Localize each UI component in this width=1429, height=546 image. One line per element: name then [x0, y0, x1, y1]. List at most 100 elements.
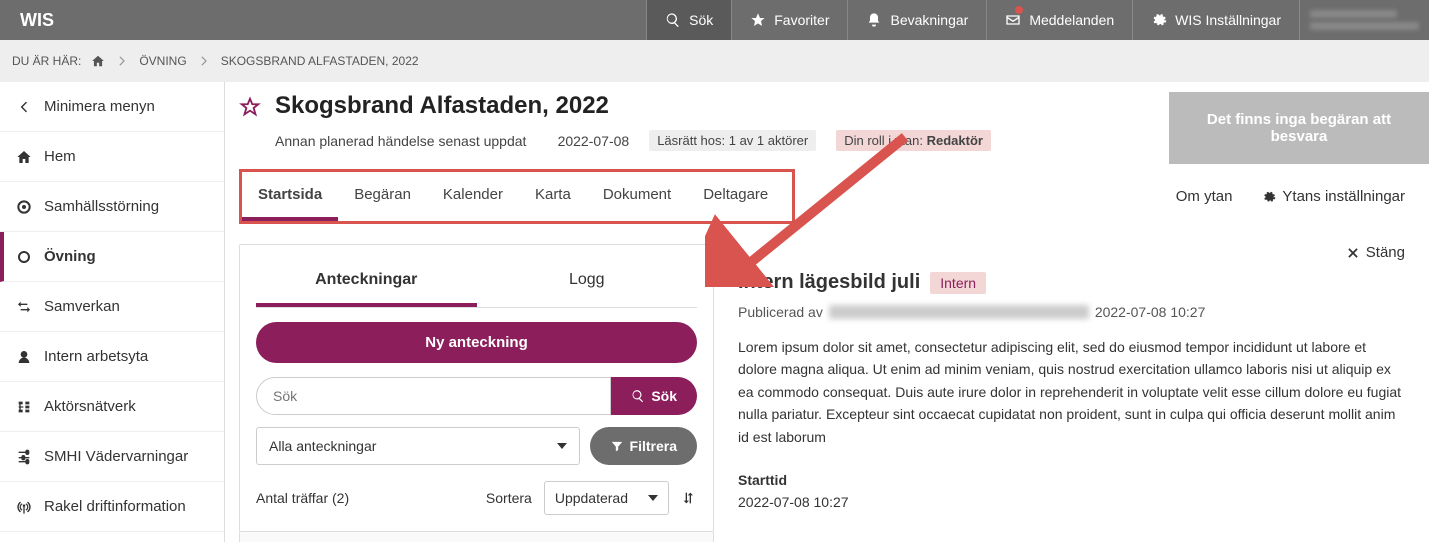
sort-direction-icon[interactable] [681, 490, 697, 506]
search-icon [631, 389, 645, 403]
sidebar-item-exercise[interactable]: Övning [0, 232, 224, 282]
home-icon [16, 149, 32, 165]
sidebar-item-label: Samverkan [44, 298, 120, 315]
tab-deltagare[interactable]: Deltagare [687, 174, 784, 221]
nav-label: Meddelanden [1029, 12, 1114, 28]
circle-icon [16, 249, 32, 265]
sidebar: Minimera menyn Hem Samhällsstörning Övni… [0, 82, 225, 542]
breadcrumb-item[interactable]: ÖVNING [139, 54, 186, 68]
nav-label: Sök [689, 12, 713, 28]
surface-settings-link[interactable]: Ytans inställningar [1262, 188, 1405, 205]
publisher-blurred [829, 305, 1089, 319]
close-button[interactable]: Stäng [1346, 244, 1405, 261]
tab-begaran[interactable]: Begäran [338, 174, 427, 221]
bell-icon [866, 12, 882, 28]
breadcrumb-item: SKOGSBRAND ALFASTADEN, 2022 [221, 54, 419, 68]
nav-messages[interactable]: Meddelanden [986, 0, 1132, 40]
top-nav: WIS Sök Favoriter Bevakningar Meddelande… [0, 0, 1429, 40]
gear-icon [1262, 190, 1276, 204]
tab-kalender[interactable]: Kalender [427, 174, 519, 221]
sidebar-item-smhi[interactable]: SMHI Vädervarningar [0, 432, 224, 482]
sidebar-item-label: Aktörsnätverk [44, 398, 136, 415]
note-list-item[interactable]: Uppdaterad: 2022-07-08 [239, 532, 714, 542]
sidebar-item-label: Intern arbetsyta [44, 348, 148, 365]
chevron-left-icon [16, 99, 32, 115]
mail-icon [1005, 12, 1021, 28]
arrows-icon [16, 299, 32, 315]
close-icon [1346, 246, 1360, 260]
start-time-value: 2022-07-08 10:27 [738, 494, 1405, 510]
user-info-blurred [1299, 0, 1429, 40]
breadcrumb-prefix: DU ÄR HÄR: [12, 54, 81, 68]
sidebar-item-home[interactable]: Hem [0, 132, 224, 182]
sidebar-item-label: Samhällsstörning [44, 198, 159, 215]
page-title: Skogsbrand Alfastaden, 2022 [275, 92, 991, 120]
favorite-star-icon[interactable] [239, 96, 261, 118]
nav-label: Bevakningar [890, 12, 968, 28]
detail-body: Lorem ipsum dolor sit amet, consectetur … [738, 336, 1405, 448]
brand: WIS [0, 0, 646, 40]
role-badge: Din roll i ytan: Redaktör [836, 130, 991, 151]
nav-favorites[interactable]: Favoriter [731, 0, 847, 40]
sidebar-item-label: Hem [44, 148, 76, 165]
sidebar-item-label: Övning [44, 248, 96, 265]
sidebar-item-rakel[interactable]: Rakel driftinformation [0, 482, 224, 532]
tab-karta[interactable]: Karta [519, 174, 587, 221]
user-icon [16, 349, 32, 365]
published-by-label: Publicerad av [738, 304, 823, 320]
new-note-button[interactable]: Ny anteckning [256, 322, 697, 363]
notes-filter-select[interactable]: Alla anteckningar [256, 427, 580, 465]
nav-search[interactable]: Sök [646, 0, 731, 40]
caret-down-icon [557, 443, 567, 449]
chevron-right-icon [197, 54, 211, 68]
page-subtitle: Annan planerad händelse senast uppdat 20… [275, 133, 629, 149]
nav-settings[interactable]: WIS Inställningar [1132, 0, 1299, 40]
sidebar-item-disruption[interactable]: Samhällsstörning [0, 182, 224, 232]
callout-text: Det finns inga begäran att besvara [1179, 111, 1419, 145]
main-content: Det finns inga begäran att besvara Skogs… [225, 82, 1429, 542]
sort-select[interactable]: Uppdaterad [544, 481, 669, 515]
filter-icon [610, 439, 624, 453]
results-count: Antal träffar (2) [256, 490, 474, 506]
sidebar-item-network[interactable]: Aktörsnätverk [0, 382, 224, 432]
sidebar-item-internal[interactable]: Intern arbetsyta [0, 332, 224, 382]
notification-dot [1015, 6, 1023, 14]
antenna-icon [16, 499, 32, 515]
sort-label: Sortera [486, 490, 532, 506]
filter-button[interactable]: Filtrera [590, 427, 697, 465]
target-icon [16, 199, 32, 215]
sidebar-item-collab[interactable]: Samverkan [0, 282, 224, 332]
intern-badge: Intern [930, 272, 986, 294]
published-date: 2022-07-08 10:27 [1095, 304, 1206, 320]
tab-startsida[interactable]: Startsida [242, 174, 338, 221]
log-tab[interactable]: Logg [477, 261, 698, 307]
sidebar-item-label: Rakel driftinformation [44, 498, 186, 515]
detail-panel: Stäng Intern lägesbild juli Intern Publi… [738, 244, 1415, 542]
gear-icon [1151, 12, 1167, 28]
nav-label: Favoriter [774, 12, 829, 28]
search-icon [665, 12, 681, 28]
sidebar-minimize[interactable]: Minimera menyn [0, 82, 224, 132]
sidebar-item-label: Minimera menyn [44, 98, 155, 115]
nav-label: WIS Inställningar [1175, 12, 1281, 28]
notes-panel: Anteckningar Logg Ny anteckning Sök All [239, 244, 714, 542]
read-access-badge: Läsrätt hos: 1 av 1 aktörer [649, 130, 816, 151]
star-icon [750, 12, 766, 28]
requests-callout: Det finns inga begäran att besvara [1169, 92, 1429, 164]
main-tabs-highlighted: Startsida Begäran Kalender Karta Dokumen… [239, 169, 795, 224]
sidebar-item-label: SMHI Vädervarningar [44, 448, 188, 465]
tab-dokument[interactable]: Dokument [587, 174, 687, 221]
network-icon [16, 399, 32, 415]
home-icon[interactable] [91, 54, 105, 68]
caret-down-icon [648, 495, 658, 501]
chevron-right-icon [115, 54, 129, 68]
nav-watches[interactable]: Bevakningar [847, 0, 986, 40]
about-surface-link[interactable]: Om ytan [1176, 188, 1233, 205]
detail-title: Intern lägesbild juli [738, 271, 920, 294]
notes-search-button[interactable]: Sök [611, 377, 697, 415]
notes-search-input[interactable] [256, 377, 611, 415]
start-time-label: Starttid [738, 472, 1405, 488]
notes-tab[interactable]: Anteckningar [256, 261, 477, 307]
sliders-icon [16, 449, 32, 465]
breadcrumb: DU ÄR HÄR: ÖVNING SKOGSBRAND ALFASTADEN,… [0, 40, 1429, 82]
